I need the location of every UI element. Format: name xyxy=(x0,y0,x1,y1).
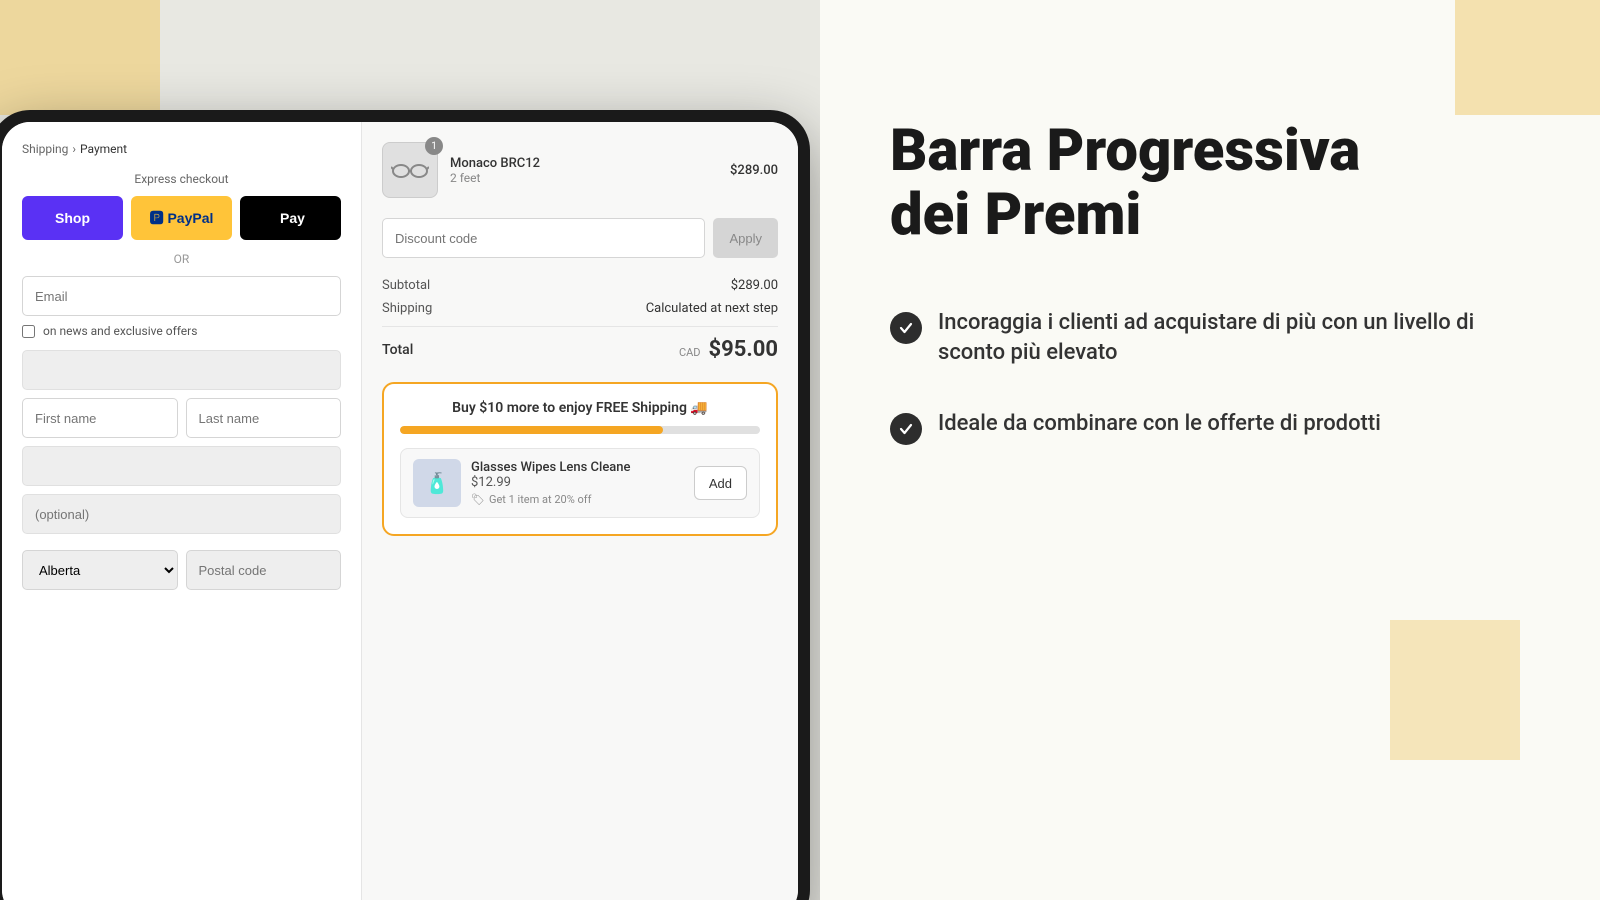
breadcrumb-arrow: › xyxy=(72,142,76,156)
express-checkout-label: Express checkout xyxy=(22,172,341,186)
upsell-discount-label: Get 1 item at 20% off xyxy=(489,493,591,506)
form-section: on news and exclusive offers Alberta xyxy=(22,276,341,590)
shipping-label: Shipping xyxy=(382,301,432,316)
tablet-device: Shipping › Payment Express checkout Shop… xyxy=(0,110,810,900)
name-row xyxy=(22,398,341,438)
feature-item-2: Ideale da combinare con le offerte di pr… xyxy=(890,409,1530,445)
left-panel: Shipping › Payment Express checkout Shop… xyxy=(0,0,820,900)
check-icon-1 xyxy=(890,312,922,344)
address2-field[interactable] xyxy=(22,446,341,486)
shipping-value: Calculated at next step xyxy=(646,301,778,316)
province-row: Alberta xyxy=(22,550,341,590)
email-field[interactable] xyxy=(22,276,341,316)
total-line: Total CAD $95.00 xyxy=(382,337,778,362)
progress-widget: Buy $10 more to enjoy FREE Shipping 🚚 🧴 … xyxy=(382,382,778,536)
product-badge: 1 xyxy=(425,137,443,155)
checkout-sidebar: Shipping › Payment Express checkout Shop… xyxy=(2,122,362,900)
total-amount-group: CAD $95.00 xyxy=(679,337,778,362)
deco-yellow-top xyxy=(0,0,160,115)
feature-text-1: Incoraggia i clienti ad acquistare di pi… xyxy=(938,308,1530,370)
checkmark-svg-1 xyxy=(897,319,915,337)
last-name-field[interactable] xyxy=(186,398,342,438)
paypal-logo: 🅿 PayPal xyxy=(150,210,214,226)
product-variant: 2 feet xyxy=(450,171,718,185)
deco-yellow-tr xyxy=(1455,0,1600,115)
product-info: Monaco BRC12 2 feet xyxy=(450,156,718,185)
progress-bar-fill xyxy=(400,426,663,434)
add-upsell-button[interactable]: Add xyxy=(694,466,747,500)
progress-message: Buy $10 more to enjoy FREE Shipping 🚚 xyxy=(400,400,760,416)
feature-item-1: Incoraggia i clienti ad acquistare di pi… xyxy=(890,308,1530,370)
discount-row: Apply xyxy=(382,218,778,258)
check-icon-2 xyxy=(890,413,922,445)
upsell-info: Glasses Wipes Lens Cleane $12.99 🏷 Get 1… xyxy=(471,460,684,506)
main-title: Barra Progressiva dei Premi xyxy=(890,120,1530,248)
express-buttons: Shop 🅿 PayPal Pay xyxy=(22,196,341,240)
upsell-name: Glasses Wipes Lens Cleane xyxy=(471,460,684,475)
or-divider: OR xyxy=(22,252,341,266)
progress-bar-track xyxy=(400,426,760,434)
total-label: Total xyxy=(382,342,413,358)
upsell-discount: 🏷 Get 1 item at 20% off xyxy=(471,493,684,506)
total-amount: $95.00 xyxy=(709,337,779,362)
title-line1: Barra Progressiva xyxy=(890,117,1360,185)
subtotal-value: $289.00 xyxy=(731,278,778,293)
shop-pay-button[interactable]: Shop xyxy=(22,196,123,240)
feature-text-2: Ideale da combinare con le offerte di pr… xyxy=(938,409,1381,440)
subtotal-line: Subtotal $289.00 xyxy=(382,278,778,293)
breadcrumb: Shipping › Payment xyxy=(22,142,341,156)
upsell-price: $12.99 xyxy=(471,475,684,490)
shipping-line: Shipping Calculated at next step xyxy=(382,301,778,316)
upsell-image: 🧴 xyxy=(413,459,461,507)
feature-list: Incoraggia i clienti ad acquistare di pi… xyxy=(890,308,1530,446)
subtotal-label: Subtotal xyxy=(382,278,430,293)
apartment-field[interactable] xyxy=(22,494,341,534)
product-image: 1 xyxy=(382,142,438,198)
breadcrumb-payment: Payment xyxy=(80,142,127,156)
order-summary: 1 Monaco BRC12 2 feet xyxy=(362,122,798,900)
breadcrumb-shipping: Shipping xyxy=(22,142,68,156)
apple-pay-button[interactable]: Pay xyxy=(240,196,341,240)
deco-yellow-mid xyxy=(1390,620,1520,760)
discount-input[interactable] xyxy=(382,218,705,258)
tablet-screen: Shipping › Payment Express checkout Shop… xyxy=(2,122,798,900)
glasses-icon xyxy=(391,161,429,179)
title-line2: dei Premi xyxy=(890,181,1141,249)
apply-button[interactable]: Apply xyxy=(713,218,778,258)
product-row: 1 Monaco BRC12 2 feet xyxy=(382,142,778,198)
address-field[interactable] xyxy=(22,350,341,390)
total-currency: CAD xyxy=(679,346,701,359)
summary-divider xyxy=(382,326,778,327)
product-price: $289.00 xyxy=(730,163,778,178)
newsletter-label: on news and exclusive offers xyxy=(43,324,197,338)
postal-field[interactable] xyxy=(186,550,342,590)
right-panel: Barra Progressiva dei Premi Incoraggia i… xyxy=(820,0,1600,900)
upsell-item: 🧴 Glasses Wipes Lens Cleane $12.99 🏷 Get… xyxy=(400,448,760,518)
tag-icon: 🏷 xyxy=(471,493,485,506)
province-select[interactable]: Alberta xyxy=(22,550,178,590)
first-name-field[interactable] xyxy=(22,398,178,438)
newsletter-checkbox[interactable] xyxy=(22,325,35,338)
product-name: Monaco BRC12 xyxy=(450,156,718,171)
newsletter-row: on news and exclusive offers xyxy=(22,324,341,338)
paypal-button[interactable]: 🅿 PayPal xyxy=(131,196,232,240)
checkmark-svg-2 xyxy=(897,420,915,438)
